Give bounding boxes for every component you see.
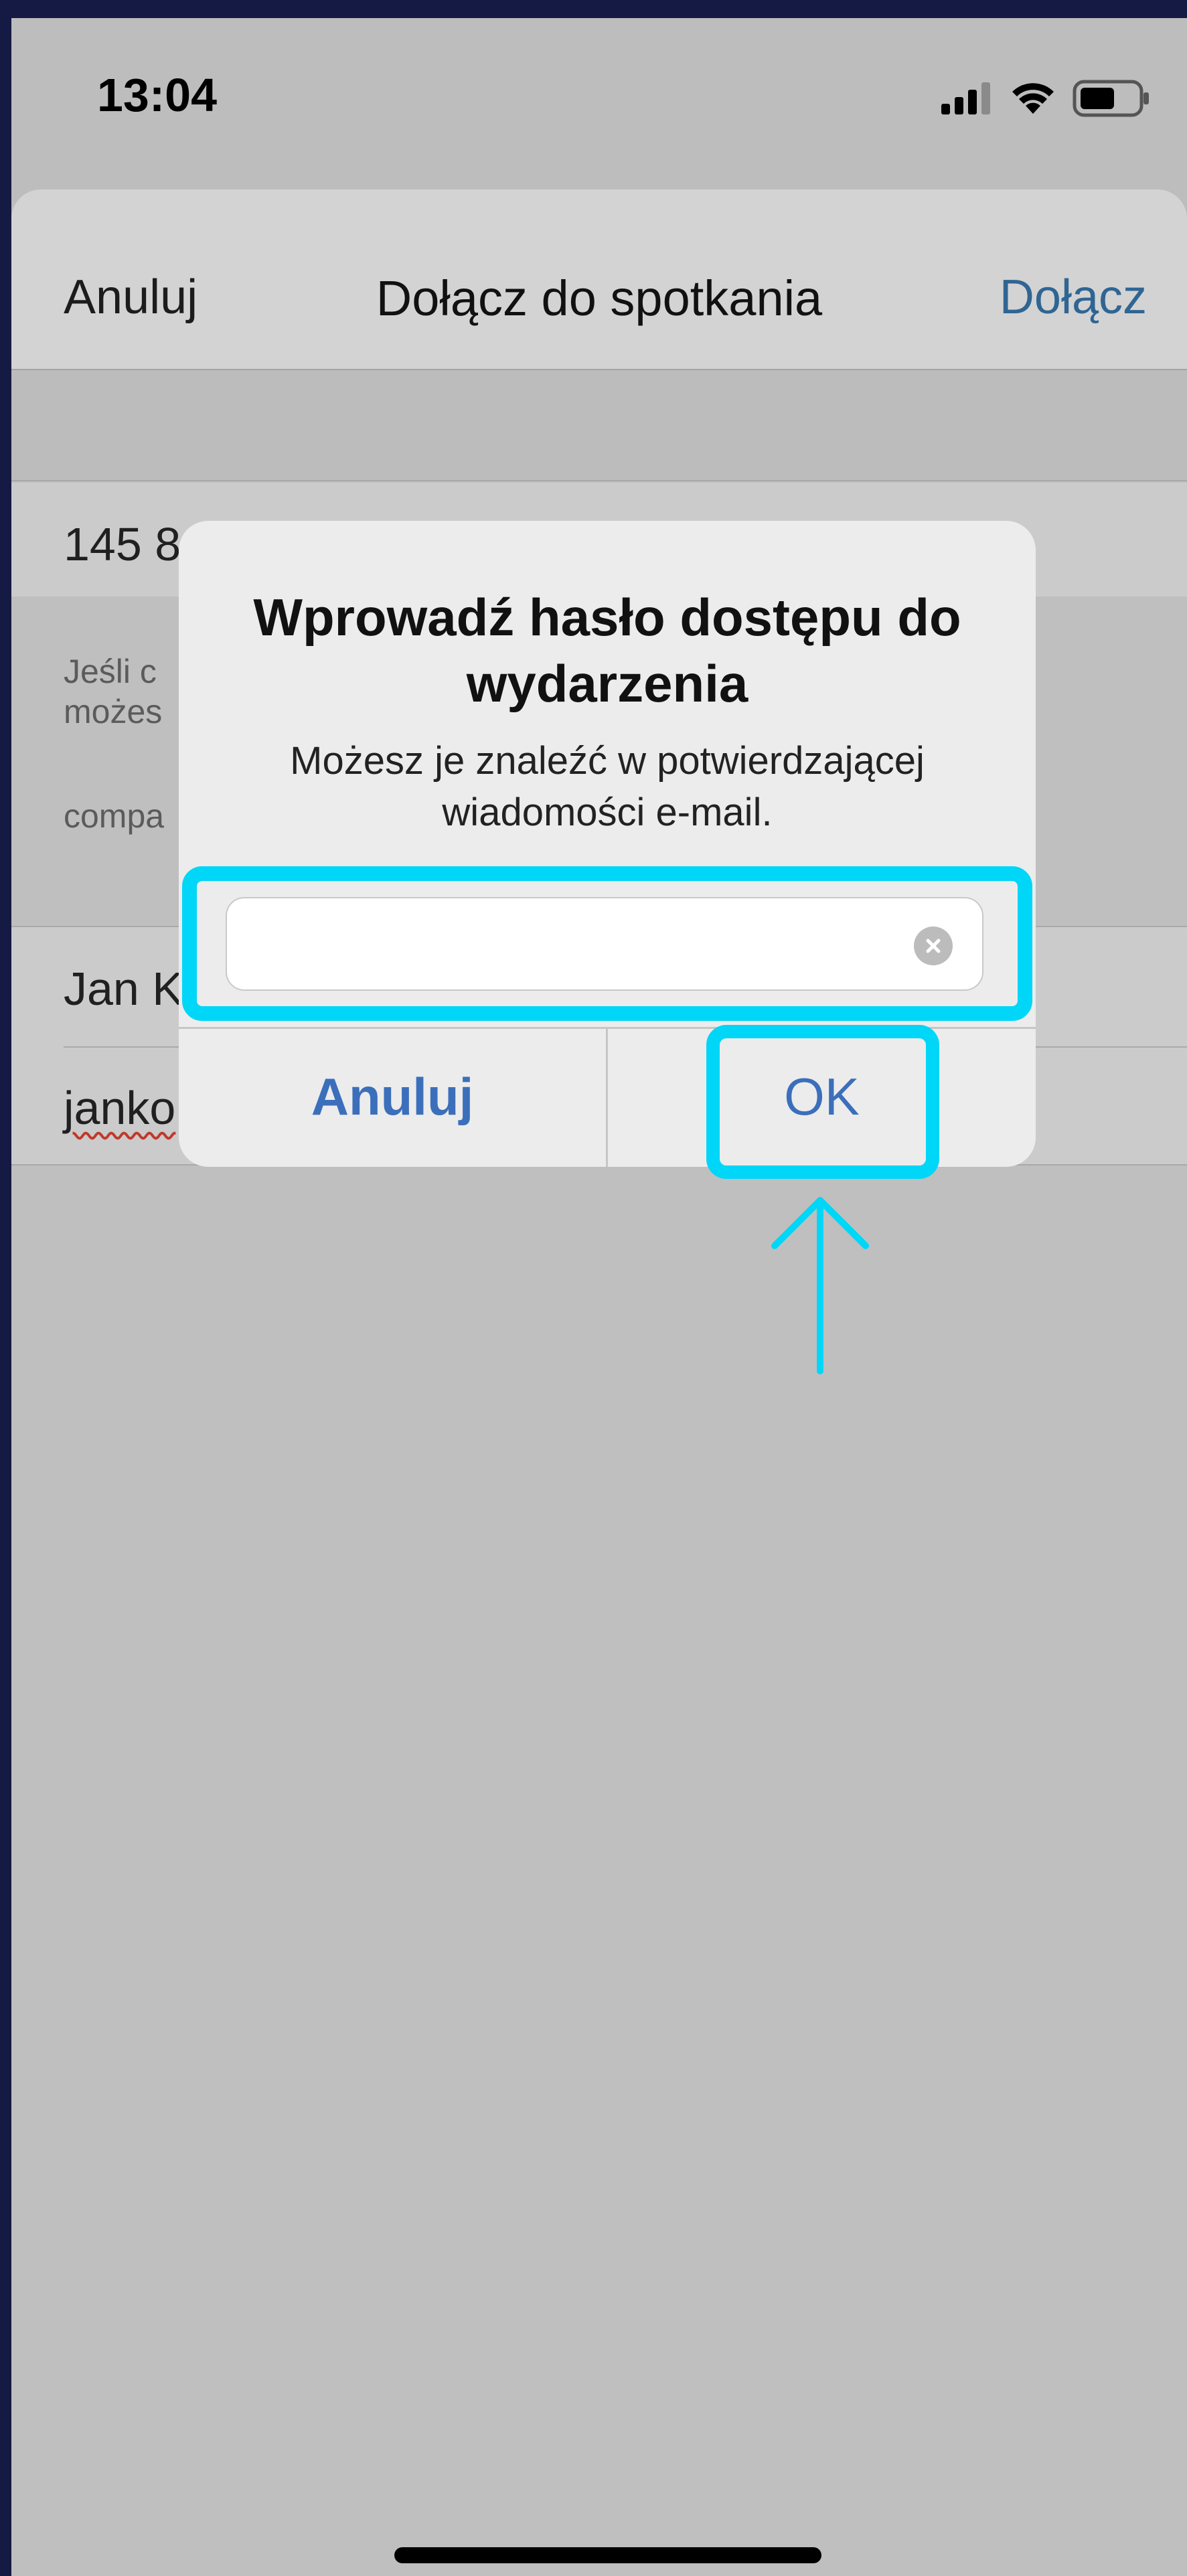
phone-screen: 13:04 Anuluj Dołącz do spotkania Dołącz … bbox=[11, 18, 1187, 2576]
wifi-icon bbox=[1012, 83, 1054, 114]
meeting-note-line-2: możes bbox=[64, 693, 163, 730]
alert-message: Możesz je znaleźć w potwierdzającej wiad… bbox=[290, 739, 925, 835]
email-field[interactable]: janko bbox=[64, 1081, 175, 1135]
status-time: 13:04 bbox=[97, 69, 218, 121]
email-value: janko bbox=[64, 1082, 176, 1134]
meeting-note-line-3: compa bbox=[64, 797, 165, 835]
alert-title: Wprowadź hasło dostępu do wydarzenia bbox=[253, 588, 961, 714]
battery-icon bbox=[1073, 80, 1149, 117]
home-indicator[interactable] bbox=[394, 2547, 821, 2563]
section-spacer bbox=[11, 370, 1187, 481]
status-icons bbox=[940, 80, 1150, 117]
arrow-up-icon bbox=[771, 1197, 869, 1374]
navigation-bar: Anuluj Dołącz do spotkania Dołącz bbox=[11, 189, 1187, 370]
meeting-number-value: 145 8 bbox=[64, 518, 181, 570]
alert-cancel-button[interactable]: Anuluj bbox=[179, 1027, 606, 1167]
name-field[interactable]: Jan K bbox=[64, 962, 183, 1016]
input-highlight-frame bbox=[182, 866, 1032, 1021]
cellular-signal-icon bbox=[941, 82, 990, 114]
join-button[interactable]: Dołącz bbox=[1000, 270, 1147, 325]
meeting-note-line-1: Jeśli c bbox=[64, 653, 157, 690]
ok-highlight-frame bbox=[706, 1025, 939, 1179]
